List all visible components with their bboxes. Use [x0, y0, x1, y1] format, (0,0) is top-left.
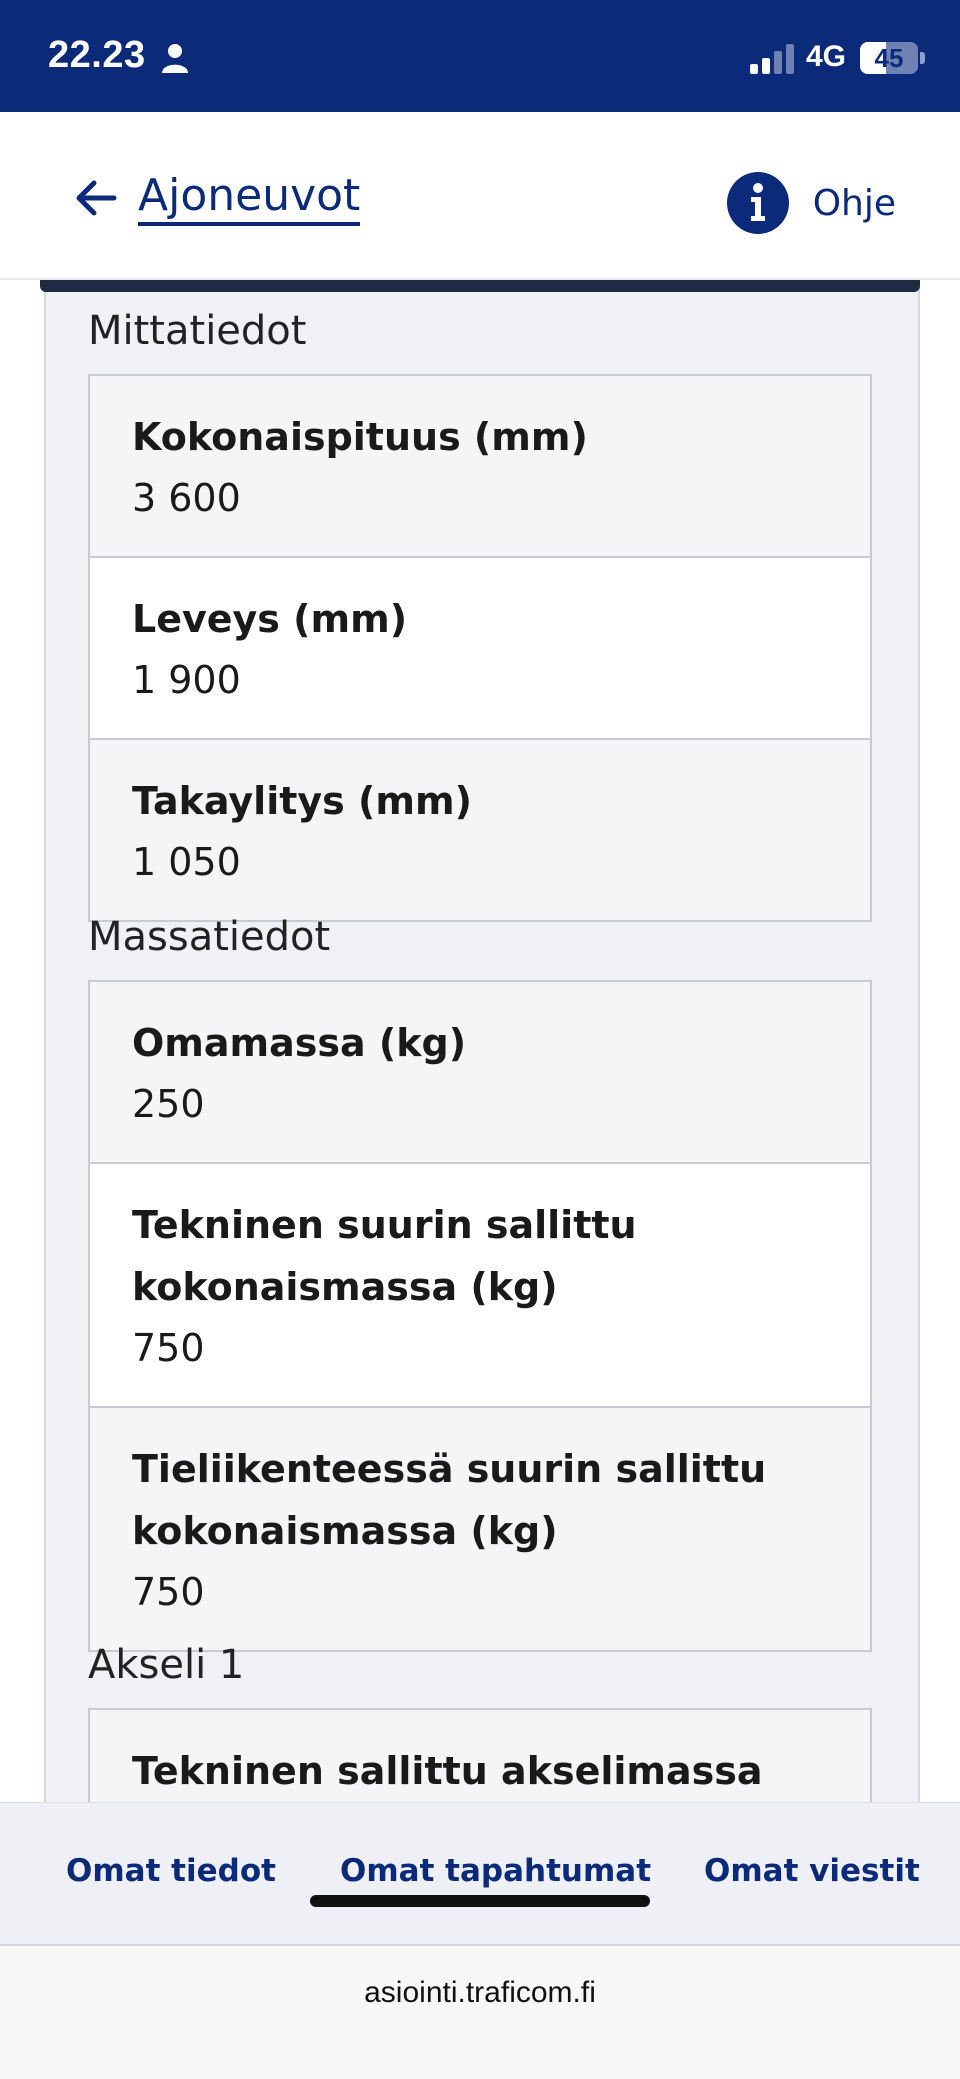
axle-group: Tekninen sallittu akselimassa [88, 1708, 872, 1802]
network-label: 4G [806, 40, 847, 73]
dimensions-group: Kokonaispituus (mm) 3 600 Leveys (mm) 1 … [88, 374, 872, 922]
table-row: Tekninen suurin sallittu kokonaismassa (… [90, 1164, 870, 1408]
row-value: 250 [132, 1082, 205, 1126]
row-value: 750 [132, 1570, 205, 1614]
row-value: 750 [132, 1326, 205, 1370]
row-value: 3 600 [132, 476, 241, 520]
row-label: Kokonaispituus (mm) [132, 415, 588, 459]
back-link-label: Ajoneuvot [138, 170, 361, 226]
table-row: Tekninen sallittu akselimassa [90, 1710, 870, 1802]
row-label: Tekninen sallittu akselimassa [132, 1749, 763, 1793]
app-header: Ajoneuvot Ohje [0, 112, 960, 280]
row-label: Leveys (mm) [132, 597, 408, 641]
table-row: Tieliikenteessä suurin sallittu kokonais… [90, 1408, 870, 1650]
table-row: Omamassa (kg) 250 [90, 982, 870, 1164]
row-value: 1 050 [132, 840, 241, 884]
status-time: 22.23 [48, 34, 146, 76]
home-indicator[interactable] [310, 1895, 650, 1907]
row-label: Tieliikenteessä suurin sallittu kokonais… [132, 1447, 767, 1553]
arrow-left-icon [76, 180, 117, 216]
section-heading-dimensions: Mittatiedot [88, 308, 307, 354]
section-heading-axle-1: Akseli 1 [88, 1642, 245, 1688]
row-label: Omamassa (kg) [132, 1021, 467, 1065]
row-label: Tekninen suurin sallittu kokonaismassa (… [132, 1203, 637, 1309]
battery-cap [920, 52, 925, 64]
nav-own-events[interactable]: Omat tapahtumat [340, 1853, 651, 1889]
row-value: 1 900 [132, 658, 241, 702]
status-bar: 22.23 4G 45 [0, 0, 960, 112]
signal-icon [750, 44, 794, 74]
url-text: asiointi.traficom.fi [364, 1976, 596, 2009]
back-link[interactable]: Ajoneuvot [74, 168, 361, 228]
info-icon [726, 172, 789, 234]
nav-own-info[interactable]: Omat tiedot [66, 1853, 276, 1889]
content-area[interactable]: Mittatiedot Kokonaispituus (mm) 3 600 Le… [0, 280, 960, 1802]
battery-level: 45 [874, 43, 904, 73]
nav-own-messages[interactable]: Omat viestit [704, 1853, 920, 1889]
masses-group: Omamassa (kg) 250 Tekninen suurin sallit… [88, 980, 872, 1652]
table-row: Leveys (mm) 1 900 [90, 558, 870, 740]
person-icon [162, 44, 188, 73]
battery-icon: 45 [860, 42, 918, 74]
browser-url-bar[interactable]: asiointi.traficom.fi [0, 1946, 960, 2079]
help-button[interactable]: Ohje [726, 172, 896, 234]
table-row: Kokonaispituus (mm) 3 600 [90, 376, 870, 558]
table-row: Takaylitys (mm) 1 050 [90, 740, 870, 920]
panel-top-border [40, 280, 920, 292]
bottom-nav: Omat tiedot Omat tapahtumat Omat viestit [0, 1802, 960, 1946]
help-label: Ohje [812, 182, 896, 224]
row-label: Takaylitys (mm) [132, 779, 472, 823]
section-heading-masses: Massatiedot [88, 914, 331, 960]
